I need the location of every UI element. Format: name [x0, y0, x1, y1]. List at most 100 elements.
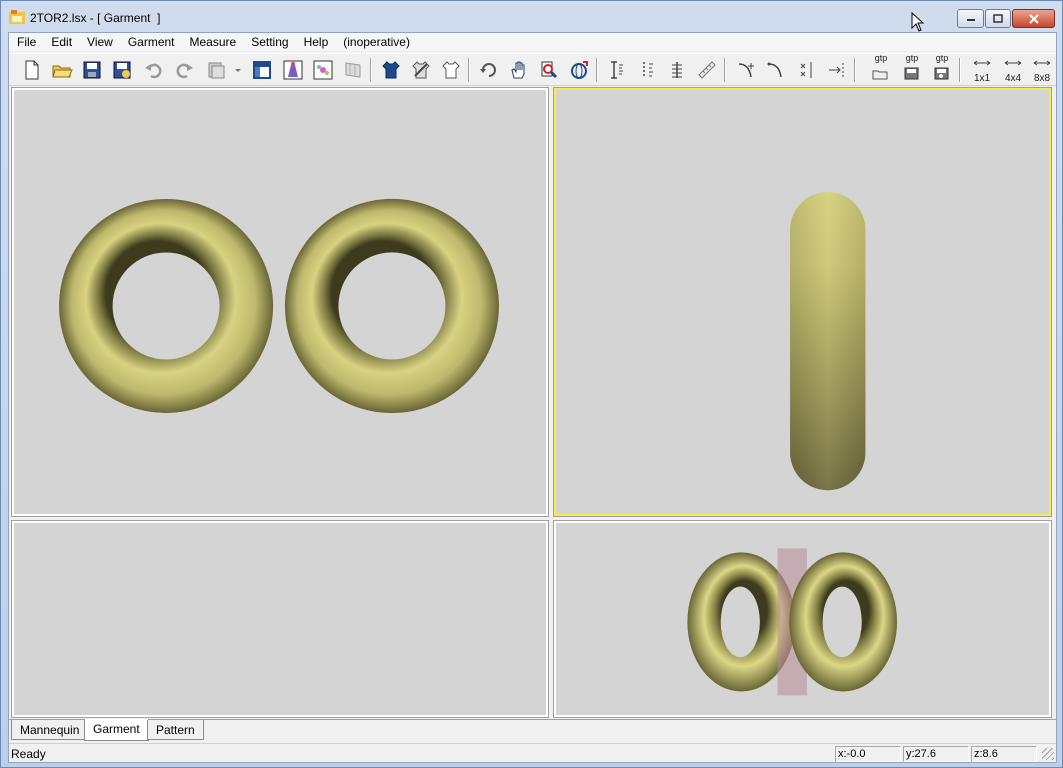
- gtp-save-button[interactable]: gtp: [899, 53, 925, 83]
- garment-outline-button[interactable]: [438, 57, 464, 83]
- app-icon: [9, 10, 25, 24]
- curve-delete-icon: [800, 62, 812, 78]
- menu-garment[interactable]: Garment: [120, 33, 182, 51]
- torus-right: [284, 198, 499, 414]
- side-view-canvas: [790, 192, 866, 491]
- app-window: 2TOR2.lsx - [ Garment ] File Edit View G…: [0, 0, 1063, 768]
- status-bar: Ready x:-0.0 y:27.6 z:8.6: [9, 743, 1056, 762]
- status-z-coordinate: z:8.6: [971, 746, 1037, 762]
- menu-bar: File Edit View Garment Measure Setting H…: [9, 33, 1056, 51]
- menu-inoperative[interactable]: (inoperative): [335, 33, 417, 51]
- open-file-button[interactable]: [49, 57, 75, 83]
- garment-tools-button[interactable]: [408, 57, 434, 83]
- toolbar: gtp gtp gtp 1x1 4x4 8x8: [9, 53, 1056, 86]
- minimize-button[interactable]: [957, 9, 984, 28]
- flower-texture-icon: [313, 60, 333, 80]
- point-insert-icon: [829, 63, 844, 77]
- toolbar-separator: [370, 58, 372, 82]
- viewport-front[interactable]: [11, 87, 549, 517]
- status-text: Ready: [11, 747, 46, 761]
- history-button[interactable]: [203, 57, 229, 83]
- tab-garment[interactable]: Garment: [84, 719, 149, 741]
- mannequin-view-button[interactable]: [280, 57, 306, 83]
- tab-pattern[interactable]: Pattern: [147, 720, 204, 740]
- undo-button[interactable]: [141, 57, 167, 83]
- maximize-button[interactable]: [985, 9, 1011, 28]
- menu-measure[interactable]: Measure: [182, 33, 244, 51]
- open-folder-icon: [52, 65, 73, 78]
- curve-add-button[interactable]: [734, 57, 760, 83]
- save-button[interactable]: [79, 57, 105, 83]
- measure-grid-button[interactable]: [664, 57, 690, 83]
- zoom-icon: [541, 61, 558, 79]
- toolbar-separator: [596, 58, 598, 82]
- gtp-open-label: gtp: [874, 53, 888, 63]
- toolbar-separator: [959, 58, 961, 82]
- tab-mannequin[interactable]: Mannequin: [11, 720, 89, 740]
- save-all-button[interactable]: [109, 57, 135, 83]
- menu-file[interactable]: File: [9, 33, 43, 51]
- point-insert-button[interactable]: [824, 57, 850, 83]
- pan-view-button[interactable]: [506, 57, 532, 83]
- window-layout-icon: [253, 61, 271, 79]
- gtp-saveas-button[interactable]: gtp: [929, 53, 955, 83]
- front-view-canvas: [59, 198, 499, 414]
- client-area: File Edit View Garment Measure Setting H…: [8, 32, 1057, 763]
- minimize-icon: [966, 18, 975, 21]
- grid-1x1-button[interactable]: 1x1: [967, 57, 997, 84]
- grid-8x8-label: 8x8: [1033, 73, 1051, 84]
- menu-edit[interactable]: Edit: [43, 33, 79, 51]
- curve-delete-button[interactable]: [794, 57, 820, 83]
- curve-add-icon: [738, 63, 754, 78]
- resize-grip[interactable]: [1042, 748, 1054, 760]
- viewport-perspective[interactable]: [553, 520, 1052, 718]
- grid-4x4-label: 4x4: [1004, 73, 1022, 84]
- menu-setting[interactable]: Setting: [243, 33, 295, 51]
- undo-icon: [145, 63, 162, 79]
- toolbar-separator: [468, 58, 470, 82]
- redo-icon: [176, 63, 193, 79]
- close-button[interactable]: [1012, 9, 1055, 28]
- save-all-icon: [113, 61, 131, 79]
- shirt-icon: [382, 61, 400, 79]
- shirt-tools-icon: [412, 61, 430, 79]
- toolbar-separator: [854, 58, 856, 82]
- flag-button[interactable]: [340, 57, 366, 83]
- restore-icon: [993, 13, 1003, 23]
- grid-8x8-button[interactable]: 8x8: [1028, 57, 1056, 84]
- grid-4x4-button[interactable]: 4x4: [998, 57, 1028, 84]
- gtp-open-button[interactable]: gtp: [868, 53, 894, 83]
- top-view-canvas: [14, 523, 546, 715]
- floppy-disk-icon: [83, 61, 101, 79]
- globe-view-icon: [571, 61, 588, 79]
- fit-view-button[interactable]: [566, 57, 592, 83]
- shirt-outline-icon: [442, 61, 460, 79]
- rotate-view-button[interactable]: [476, 57, 502, 83]
- texture-button[interactable]: [310, 57, 336, 83]
- zoom-view-button[interactable]: [536, 57, 562, 83]
- grid-measure-icon: [672, 62, 682, 78]
- history-dropdown[interactable]: [231, 57, 245, 83]
- ruler-button[interactable]: [694, 57, 720, 83]
- vertical-measure-icon: [611, 61, 623, 79]
- title-bar[interactable]: 2TOR2.lsx - [ Garment ]: [1, 1, 1062, 32]
- layout-button[interactable]: [249, 57, 275, 83]
- curve-edit-button[interactable]: [764, 57, 790, 83]
- chevron-down-icon: [235, 69, 241, 72]
- toolbar-separator: [724, 58, 726, 82]
- menu-help[interactable]: Help: [296, 33, 336, 51]
- viewport-area: [9, 86, 1056, 718]
- close-icon: [1028, 13, 1039, 24]
- viewport-top[interactable]: [11, 520, 549, 718]
- mode-tabs: Mannequin Garment Pattern: [9, 719, 1056, 741]
- torus-left: [59, 198, 274, 413]
- history-icon: [208, 62, 225, 79]
- menu-view[interactable]: View: [79, 33, 120, 51]
- measure-vertical-button[interactable]: [604, 57, 630, 83]
- new-file-button[interactable]: [19, 57, 45, 83]
- new-file-icon: [25, 60, 39, 80]
- garment-button[interactable]: [378, 57, 404, 83]
- measure-length-button[interactable]: [634, 57, 660, 83]
- viewport-side[interactable]: [553, 87, 1052, 517]
- redo-button[interactable]: [171, 57, 197, 83]
